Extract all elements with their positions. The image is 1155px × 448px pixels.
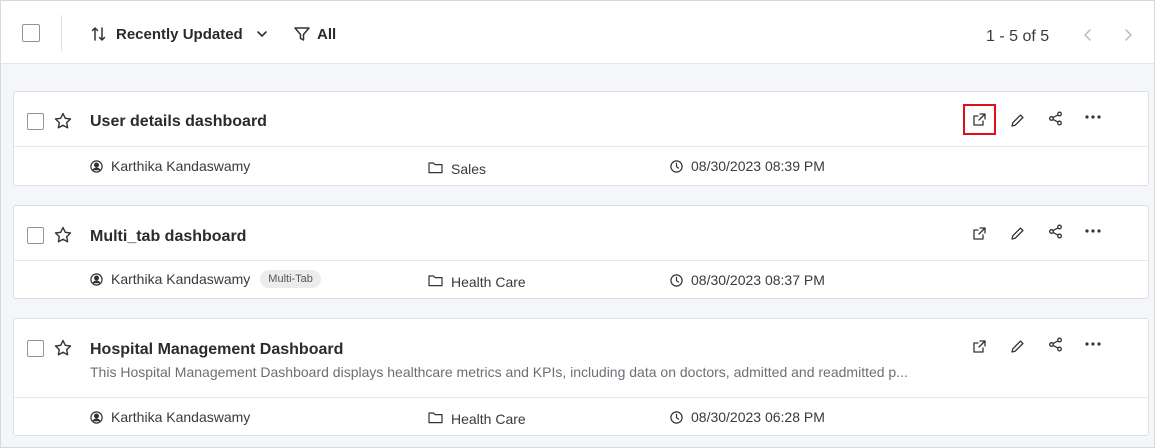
- sort-label: Recently Updated: [116, 25, 243, 43]
- open-external-icon: [972, 112, 987, 127]
- prev-page-button[interactable]: [1080, 25, 1096, 45]
- star-icon[interactable]: [53, 338, 73, 358]
- more-icon: [1084, 341, 1102, 347]
- star-icon[interactable]: [53, 111, 73, 131]
- user-circle-icon: [90, 159, 103, 173]
- date-text: 08/30/2023 08:37 PM: [691, 272, 825, 288]
- more-icon: [1084, 228, 1102, 234]
- card-title[interactable]: Multi_tab dashboard: [90, 228, 246, 246]
- card-owner: Karthika Kandaswamy: [90, 158, 250, 174]
- date-text: 08/30/2023 06:28 PM: [691, 409, 825, 425]
- folder-icon: [428, 274, 443, 287]
- next-page-button[interactable]: [1120, 25, 1136, 45]
- open-external-icon: [972, 226, 987, 241]
- dashboard-card[interactable]: User details dashboard Karthika Kandaswa…: [13, 91, 1149, 186]
- share-button[interactable]: [1040, 329, 1070, 359]
- user-circle-icon: [90, 410, 103, 424]
- share-icon: [1048, 111, 1063, 126]
- category-name: Health Care: [451, 411, 526, 427]
- edit-button[interactable]: [1002, 218, 1032, 248]
- more-icon: [1084, 114, 1102, 120]
- chevron-left-icon: [1083, 28, 1093, 42]
- user-circle-icon: [90, 272, 103, 286]
- card-category: Health Care: [428, 408, 526, 427]
- more-button[interactable]: [1078, 329, 1108, 359]
- chevron-right-icon: [1123, 28, 1133, 42]
- pencil-icon: [1010, 113, 1025, 128]
- share-icon: [1048, 224, 1063, 239]
- share-button[interactable]: [1040, 103, 1070, 133]
- card-divider: [14, 146, 1148, 147]
- pencil-icon: [1010, 226, 1025, 241]
- open-button[interactable]: [963, 104, 996, 135]
- toolbar: Recently Updated All 1 - 5 of 5: [1, 1, 1154, 64]
- more-button[interactable]: [1078, 102, 1108, 132]
- card-checkbox[interactable]: [27, 113, 44, 130]
- card-date: 08/30/2023 08:39 PM: [670, 158, 825, 174]
- card-date: 08/30/2023 08:37 PM: [670, 272, 825, 288]
- edit-button[interactable]: [1002, 331, 1032, 361]
- category-name: Sales: [451, 161, 487, 177]
- filter-icon: [293, 25, 311, 43]
- sort-icon: [90, 25, 108, 43]
- pencil-icon: [1010, 339, 1025, 354]
- card-date: 08/30/2023 06:28 PM: [670, 409, 825, 425]
- sort-dropdown[interactable]: Recently Updated: [90, 23, 269, 45]
- card-checkbox[interactable]: [27, 340, 44, 357]
- owner-name: Karthika Kandaswamy: [111, 271, 251, 287]
- pager-text: 1 - 5 of 5: [986, 28, 1050, 45]
- card-description: This Hospital Management Dashboard displ…: [90, 364, 908, 380]
- card-owner: Karthika Kandaswamy: [90, 409, 250, 425]
- card-title[interactable]: Hospital Management Dashboard: [90, 341, 343, 359]
- share-icon: [1048, 337, 1063, 352]
- type-badge: Multi-Tab: [260, 270, 321, 288]
- toolbar-divider: [61, 15, 62, 51]
- chevron-down-icon: [255, 27, 269, 41]
- share-button[interactable]: [1040, 216, 1070, 246]
- date-text: 08/30/2023 08:39 PM: [691, 158, 825, 174]
- owner-name: Karthika Kandaswamy: [111, 158, 251, 174]
- dashboard-card[interactable]: Hospital Management Dashboard This Hospi…: [13, 318, 1149, 436]
- star-icon[interactable]: [53, 225, 73, 245]
- card-divider: [14, 397, 1148, 398]
- clock-icon: [670, 410, 683, 424]
- clock-icon: [670, 159, 683, 173]
- clock-icon: [670, 273, 683, 287]
- folder-icon: [428, 411, 443, 424]
- filter-label: All: [317, 25, 337, 43]
- card-title[interactable]: User details dashboard: [90, 113, 267, 131]
- dashboard-card[interactable]: Multi_tab dashboard Karthika Kandaswamy …: [13, 205, 1149, 299]
- filter-button[interactable]: All: [293, 23, 336, 45]
- folder-icon: [428, 161, 443, 174]
- card-checkbox[interactable]: [27, 227, 44, 244]
- open-button[interactable]: [964, 331, 994, 361]
- edit-button[interactable]: [1002, 105, 1032, 135]
- open-button[interactable]: [964, 218, 994, 248]
- category-name: Health Care: [451, 274, 526, 290]
- card-divider: [14, 260, 1148, 261]
- owner-name: Karthika Kandaswamy: [111, 409, 251, 425]
- select-all-checkbox[interactable]: [22, 24, 40, 42]
- open-external-icon: [972, 339, 987, 354]
- card-owner: Karthika Kandaswamy Multi-Tab: [90, 270, 321, 288]
- card-category: Health Care: [428, 271, 526, 290]
- app-frame: Recently Updated All 1 - 5 of 5 User det…: [0, 0, 1155, 448]
- more-button[interactable]: [1078, 216, 1108, 246]
- card-category: Sales: [428, 157, 486, 177]
